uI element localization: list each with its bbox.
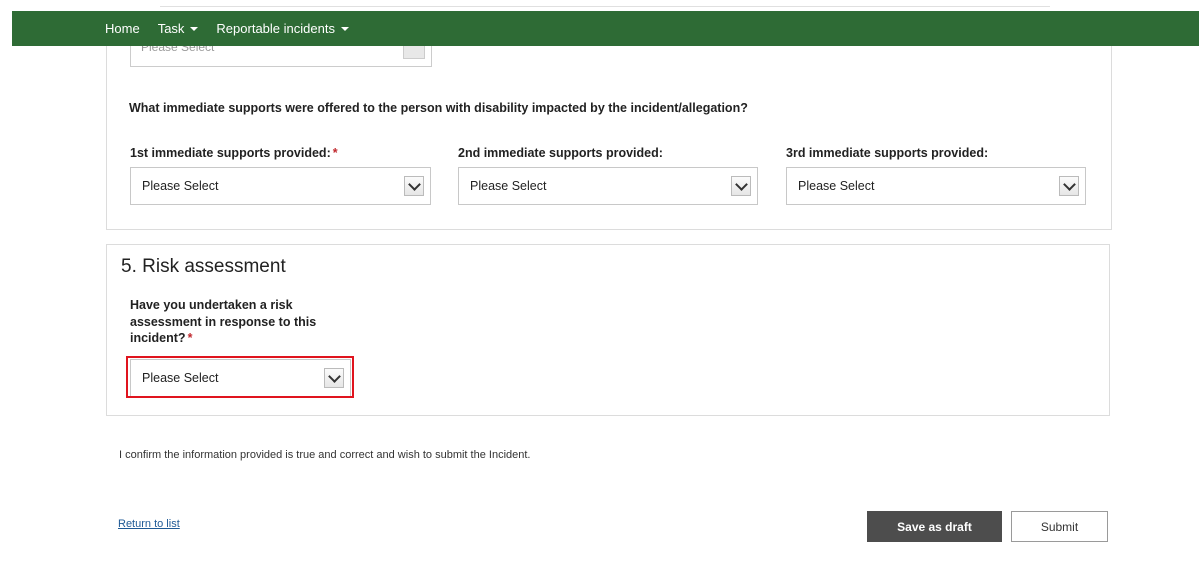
nav-home-label: Home (105, 21, 140, 36)
chevron-down-icon (734, 177, 748, 191)
validation-highlight (126, 356, 354, 398)
return-to-list-link[interactable]: Return to list (118, 518, 180, 530)
caret-down-icon (340, 26, 349, 31)
nav-task-label: Task (157, 21, 185, 36)
required-marker: * (332, 146, 338, 160)
select-value: Please Select (470, 179, 547, 193)
chevron-down-icon (407, 177, 421, 191)
dropdown-button[interactable] (404, 176, 424, 196)
field-label-2nd-support: 2nd immediate supports provided: (458, 146, 663, 160)
select-3rd-support[interactable]: Please Select (786, 167, 1086, 205)
dropdown-button[interactable] (1059, 176, 1079, 196)
label-text: 3rd immediate supports provided: (786, 146, 989, 160)
nav-home[interactable]: Home (96, 21, 149, 36)
confirm-text: I confirm the information provided is tr… (119, 449, 531, 461)
label-text: 1st immediate supports provided: (130, 146, 331, 160)
select-value: Please Select (142, 179, 219, 193)
label-text: Have you undertaken a risk assessment in… (130, 298, 317, 345)
select-2nd-support[interactable]: Please Select (458, 167, 758, 205)
top-strip (0, 0, 1199, 10)
chevron-down-icon (1062, 177, 1076, 191)
nav-reportable-incidents[interactable]: Reportable incidents (207, 21, 358, 36)
submit-button[interactable]: Submit (1011, 511, 1108, 542)
field-label-3rd-support: 3rd immediate supports provided: (786, 146, 988, 160)
caret-down-icon (190, 26, 199, 31)
nav-reportable-incidents-label: Reportable incidents (216, 21, 335, 36)
label-text: 2nd immediate supports provided: (458, 146, 663, 160)
top-divider (160, 0, 1050, 7)
field-label-1st-support: 1st immediate supports provided: * (130, 146, 338, 160)
select-value: Please Select (798, 179, 875, 193)
save-as-draft-button[interactable]: Save as draft (867, 511, 1002, 542)
page: Please Select Home Task Reportable incid… (0, 0, 1199, 563)
risk-question-label: Have you undertaken a risk assessment in… (130, 297, 350, 347)
supports-question: What immediate supports were offered to … (129, 101, 748, 115)
main-nav: Home Task Reportable incidents (12, 11, 1199, 46)
required-marker: * (187, 331, 193, 345)
section-title-risk: 5. Risk assessment (121, 256, 286, 277)
select-1st-support[interactable]: Please Select (130, 167, 431, 205)
dropdown-button[interactable] (731, 176, 751, 196)
nav-task[interactable]: Task (149, 21, 208, 36)
